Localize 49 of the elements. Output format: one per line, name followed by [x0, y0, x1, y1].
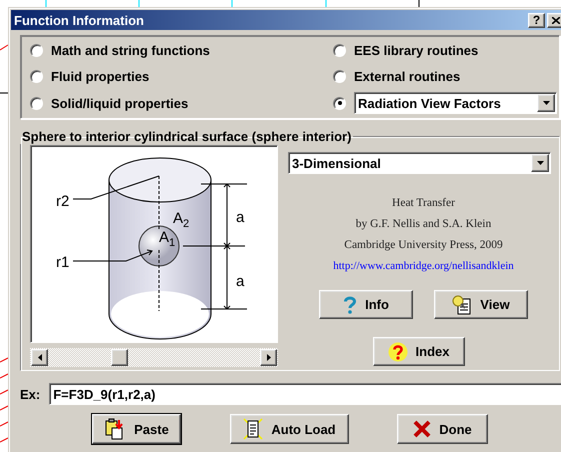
group-title: Sphere to interior cylindrical surface (sphere interior) [21, 129, 352, 144]
paste-button[interactable]: Paste [92, 414, 181, 444]
radio-label[interactable]: Fluid properties [51, 69, 150, 84]
close-icon [552, 16, 560, 24]
radio-button[interactable] [30, 96, 43, 110]
figure-label: r2 [56, 193, 70, 210]
view-button[interactable]: View [434, 290, 528, 319]
help-icon [343, 296, 358, 314]
book-authors: by G.F. Nellis and S.A. Klein [356, 217, 492, 232]
left-arrow-icon [38, 354, 42, 361]
right-arrow-icon [266, 354, 270, 361]
example-field[interactable]: F=F3D_9(r1,r2,a) [49, 383, 561, 405]
window-title: Function Information [14, 12, 144, 28]
done-button[interactable]: Done [397, 414, 488, 444]
radio-button[interactable] [333, 96, 346, 110]
radio-label[interactable]: EES library routines [354, 42, 478, 58]
scroll-left-button[interactable] [31, 349, 48, 366]
close-icon [413, 420, 432, 438]
website-link[interactable]: http://www.cambridge.org/nellisandklein [333, 256, 514, 277]
radio-label[interactable]: Math and string functions [51, 42, 210, 58]
document-icon [243, 418, 264, 440]
figure-label: A$_{2}$ [173, 210, 190, 230]
close-button[interactable] [547, 12, 561, 28]
radio-button[interactable] [333, 70, 346, 84]
radio-label[interactable]: Solid/liquid properties [51, 96, 188, 111]
book-publisher: Cambridge University Press, 2009 [344, 238, 503, 253]
scrollbar-thumb[interactable] [111, 349, 128, 366]
scroll-right-button[interactable] [260, 349, 277, 366]
help-icon [388, 342, 408, 362]
radio-button[interactable] [30, 44, 43, 56]
book-title: Heat Transfer [392, 196, 455, 211]
info-button[interactable]: Info [319, 290, 413, 319]
index-button[interactable]: Index [372, 337, 464, 366]
figure-label: a [236, 209, 244, 226]
dropdown-arrow-icon [542, 101, 550, 106]
example-label: Ex: [20, 386, 40, 402]
figure-label: a [236, 273, 244, 290]
auto-load-button[interactable]: Auto Load [230, 414, 349, 444]
radio-button[interactable] [333, 44, 346, 56]
dropdown-arrow-icon [536, 161, 544, 165]
radio-label[interactable]: External routines [354, 69, 460, 84]
figure-label: r1 [56, 254, 70, 271]
radio-button[interactable] [30, 70, 43, 84]
help-button[interactable]: ? [528, 12, 545, 28]
horizontal-scrollbar[interactable] [30, 348, 278, 367]
category-dropdown[interactable]: Radiation View Factors [354, 92, 557, 114]
document-magnifier-icon [452, 294, 472, 314]
view-dropdown[interactable]: 3-Dimensional [288, 152, 551, 174]
figure-label: A$_{1}$ [159, 229, 176, 249]
